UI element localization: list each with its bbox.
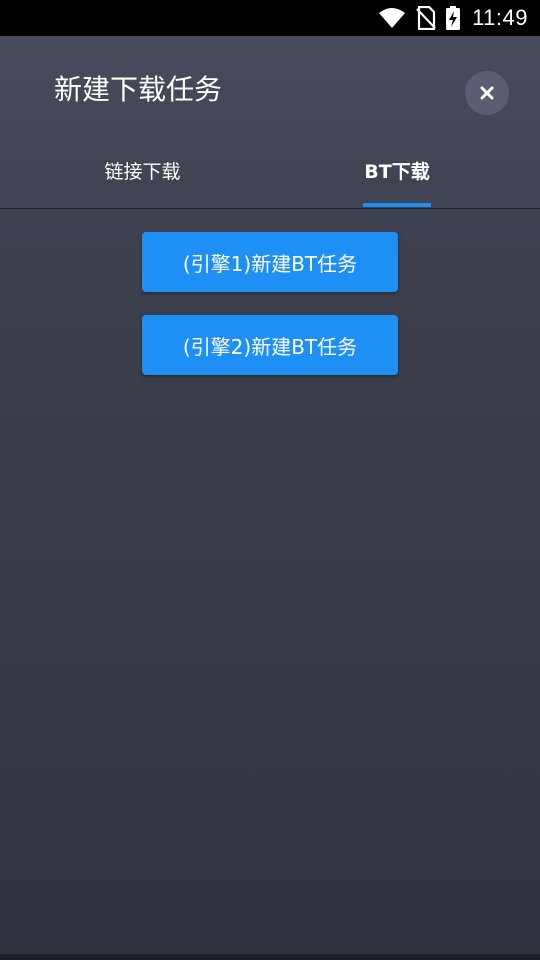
no-sim-icon bbox=[416, 6, 436, 30]
wifi-icon bbox=[378, 7, 406, 29]
status-bar: 11:49 bbox=[0, 0, 540, 36]
dialog-title: 新建下载任务 bbox=[54, 73, 223, 106]
close-button[interactable] bbox=[465, 71, 509, 115]
status-time: 11:49 bbox=[472, 5, 528, 30]
engine2-new-bt-task-button[interactable]: (引擎2)新建BT任务 bbox=[142, 315, 398, 375]
close-icon bbox=[480, 86, 494, 100]
tab-bt-download[interactable]: BT下载 bbox=[330, 148, 464, 208]
battery-charging-icon bbox=[446, 6, 461, 30]
navigation-bar-edge bbox=[0, 954, 540, 960]
tab-label: BT下载 bbox=[364, 161, 430, 183]
tab-link-download[interactable]: 链接下载 bbox=[60, 148, 225, 208]
new-download-dialog: 新建下载任务 链接下载 BT下载 (引擎1)新建BT任务 (引擎2)新建BT任务 bbox=[0, 36, 540, 954]
engine1-new-bt-task-button[interactable]: (引擎1)新建BT任务 bbox=[142, 232, 398, 292]
tab-bar: 链接下载 BT下载 bbox=[0, 148, 540, 209]
tab-indicator bbox=[363, 203, 431, 207]
tab-label: 链接下载 bbox=[104, 161, 181, 183]
dialog-header: 新建下载任务 bbox=[0, 36, 540, 148]
